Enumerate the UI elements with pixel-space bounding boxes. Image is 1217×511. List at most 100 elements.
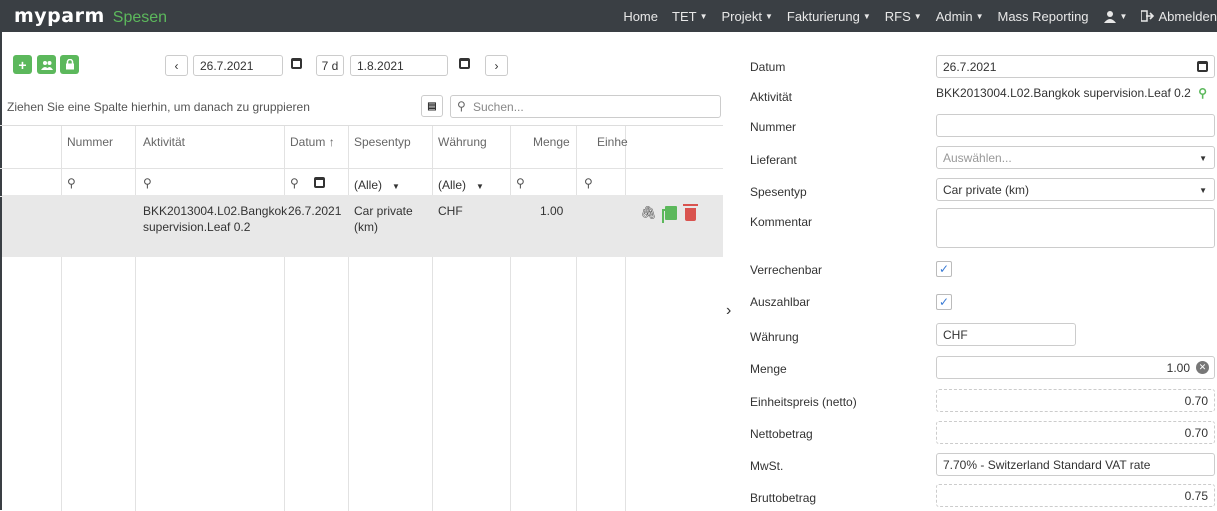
lieferant-select[interactable]: Auswählen... ▼ (936, 146, 1215, 169)
main-menu: Home TET ▼ Projekt ▼ Fakturierung ▼ RFS ▼ Ad… (616, 0, 1217, 32)
filter-search-icon[interactable]: ⚲ (516, 176, 525, 190)
lock-button[interactable] (60, 55, 79, 74)
date-from-input[interactable]: 26.7.2021 (193, 55, 283, 76)
cell-text: (km) (354, 220, 378, 234)
column-header-spesentyp[interactable]: Spesentyp (354, 135, 411, 149)
calendar-icon[interactable] (459, 58, 470, 69)
calendar-icon[interactable] (314, 177, 325, 188)
team-button[interactable] (37, 55, 56, 74)
filter-search-icon[interactable]: ⚲ (290, 176, 299, 190)
filter-search-icon[interactable]: ⚲ (67, 176, 76, 190)
calendar-icon[interactable] (291, 58, 302, 69)
nav-rfs-label: RFS (884, 8, 911, 24)
aktivitaet-value[interactable]: BKK2013004.L02.Bangkok supervision.Leaf … (936, 86, 1215, 100)
column-divider (510, 126, 511, 511)
filter-value: (Alle) (438, 178, 467, 192)
user-icon (1103, 10, 1116, 23)
calendar-icon[interactable] (1197, 61, 1208, 72)
search-icon[interactable]: ⚲ (1198, 86, 1207, 100)
chevron-right-icon[interactable]: › (726, 302, 731, 320)
chevron-down-icon: ▼ (975, 11, 984, 21)
trash-icon[interactable] (682, 203, 698, 221)
prev-period-button[interactable]: ‹ (165, 55, 188, 76)
verrechenbar-checkbox[interactable]: ✓ (936, 261, 952, 277)
lock-icon (65, 59, 74, 70)
filter-spesentyp-select[interactable]: (Alle) ▼ (354, 178, 400, 192)
grid-search-input[interactable]: ⚲ Suchen... (450, 95, 721, 118)
logout-link[interactable]: Abmelden (1141, 9, 1217, 24)
auszahlbar-checkbox[interactable]: ✓ (936, 294, 952, 310)
plus-icon: + (18, 56, 27, 73)
kommentar-textarea[interactable] (936, 208, 1215, 248)
column-header-nummer[interactable]: Nummer (67, 135, 113, 149)
lieferant-placeholder: Auswählen... (943, 151, 1012, 165)
column-divider (135, 126, 136, 511)
search-icon: ⚲ (457, 99, 466, 113)
nav-rfs[interactable]: RFS ▼ (885, 9, 922, 24)
paperclip-icon[interactable]: 🖇 (640, 205, 657, 221)
label-nummer: Nummer (750, 120, 797, 134)
datum-input[interactable]: 26.7.2021 (936, 55, 1215, 78)
column-header-einheit[interactable]: Einhe (597, 135, 628, 149)
clear-icon[interactable]: ✕ (1196, 361, 1209, 374)
cell-menge: 1.00 (540, 204, 564, 218)
date-to-input[interactable]: 1.8.2021 (350, 55, 448, 76)
label-menge: Menge (750, 362, 787, 376)
menge-input[interactable]: 1.00 ✕ (936, 356, 1215, 379)
app-logo: myparm (14, 5, 105, 27)
spesentyp-value: Car private (km) (943, 183, 1030, 197)
filter-waehrung-select[interactable]: (Alle) ▼ (438, 178, 484, 192)
column-header-datum[interactable]: Datum ↑ (290, 135, 335, 149)
column-divider (625, 126, 626, 511)
nav-home[interactable]: Home (623, 9, 658, 24)
label-aktivitaet: Aktivität (750, 90, 793, 104)
label-datum: Datum (750, 60, 786, 74)
label-kommentar: Kommentar (750, 215, 813, 229)
bruttobetrag-input: 0.75 (936, 484, 1215, 507)
nav-fakturierung[interactable]: Fakturierung ▼ (787, 9, 871, 24)
label-bruttobetrag: Bruttobetrag (750, 491, 817, 505)
nav-mass-reporting[interactable]: Mass Reporting (997, 9, 1088, 24)
chevron-down-icon: ▼ (1119, 11, 1128, 21)
check-icon: ✓ (938, 262, 950, 276)
nav-fakturierung-label: Fakturierung (786, 8, 860, 24)
chevron-down-icon: ▼ (699, 11, 708, 21)
chevron-down-icon: ▼ (862, 11, 871, 21)
days-range-button[interactable]: 7 d (316, 55, 344, 76)
column-divider (432, 126, 433, 511)
column-header-menge[interactable]: Menge (533, 135, 570, 149)
cell-text: Car private (354, 204, 413, 218)
nav-admin-label: Admin (935, 8, 973, 24)
brand[interactable]: myparm Spesen (0, 5, 167, 27)
column-divider (348, 126, 349, 511)
nav-user-menu[interactable]: ▼ (1103, 10, 1128, 23)
nav-admin[interactable]: Admin ▼ (936, 9, 984, 24)
waehrung-input[interactable]: CHF (936, 323, 1076, 346)
search-placeholder: Suchen... (473, 99, 524, 114)
nummer-input[interactable] (936, 114, 1215, 137)
group-panel-hint[interactable]: Ziehen Sie eine Spalte hierhin, um danac… (7, 100, 310, 114)
label-auszahlbar: Auszahlbar (750, 295, 811, 309)
row-actions: 🖇 (640, 203, 698, 223)
top-navbar: myparm Spesen Home TET ▼ Projekt ▼ Fakturi… (0, 0, 1217, 32)
filter-search-icon[interactable]: ⚲ (584, 176, 593, 190)
nav-projekt[interactable]: Projekt ▼ (721, 9, 772, 24)
chevron-down-icon: ▼ (1199, 154, 1207, 163)
filter-search-icon[interactable]: ⚲ (143, 176, 152, 190)
add-button[interactable]: + (13, 55, 32, 74)
users-icon (40, 60, 53, 70)
header-divider (0, 168, 723, 169)
cell-text: BKK2013004.L02.Bangkok (143, 204, 288, 218)
next-period-button[interactable]: › (485, 55, 508, 76)
nettobetrag-input: 0.70 (936, 421, 1215, 444)
nav-tet[interactable]: TET ▼ (672, 9, 707, 24)
check-icon: ✓ (938, 295, 950, 309)
einheitspreis-input[interactable]: 0.70 (936, 389, 1215, 412)
column-header-aktivitaet[interactable]: Aktivität (143, 135, 185, 149)
column-header-waehrung[interactable]: Währung (438, 135, 487, 149)
spesentyp-select[interactable]: Car private (km) ▼ (936, 178, 1215, 201)
cell-text: supervision.Leaf 0.2 (143, 220, 251, 234)
copy-icon[interactable] (661, 206, 677, 223)
mwst-input[interactable]: 7.70% - Switzerland Standard VAT rate (936, 453, 1215, 476)
excel-export-button[interactable]: ▤ (421, 95, 443, 117)
